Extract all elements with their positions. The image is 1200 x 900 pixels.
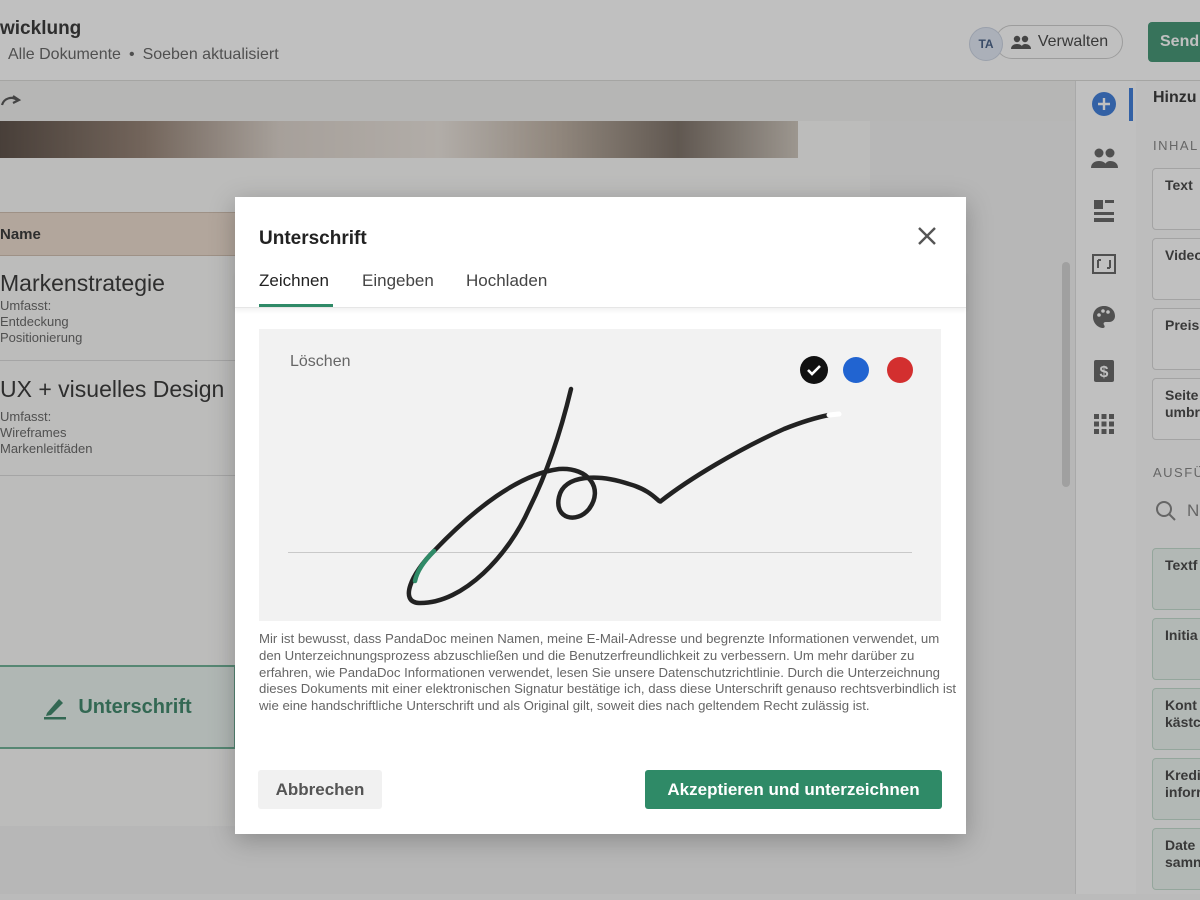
close-icon[interactable] [915, 224, 939, 248]
signature-canvas[interactable]: Löschen [259, 329, 941, 621]
legal-disclaimer: Mir ist bewusst, dass PandaDoc meinen Na… [259, 631, 957, 714]
accept-and-sign-button[interactable]: Akzeptieren und unterzeichnen [645, 770, 942, 809]
tab-type[interactable]: Eingeben [362, 271, 434, 291]
signature-tabs: Zeichnen Eingeben Hochladen [235, 271, 966, 308]
cancel-button[interactable]: Abbrechen [258, 770, 382, 809]
tab-upload[interactable]: Hochladen [466, 271, 547, 291]
dialog-title: Unterschrift [259, 228, 367, 249]
active-tab-indicator [259, 304, 333, 307]
tab-draw[interactable]: Zeichnen [259, 271, 329, 291]
drawn-signature [406, 386, 842, 606]
signature-dialog: Unterschrift Zeichnen Eingeben Hochladen… [235, 197, 966, 834]
